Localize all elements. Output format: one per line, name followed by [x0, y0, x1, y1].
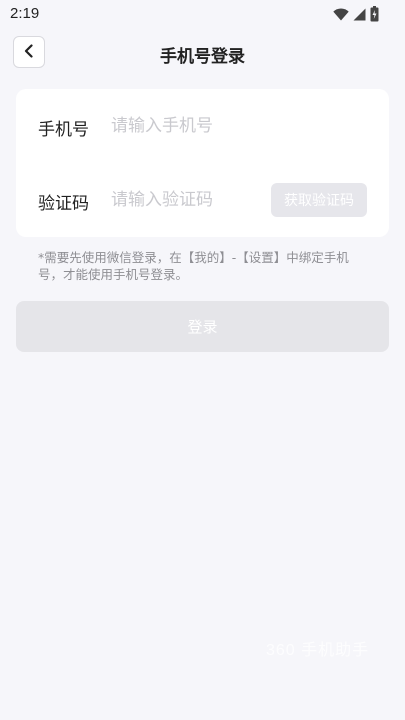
wifi-icon [333, 7, 349, 21]
phone-input[interactable] [111, 111, 261, 141]
verification-code-input[interactable] [111, 185, 261, 215]
code-label: 验证码 [38, 194, 89, 214]
watermark: 360 手机助手 [266, 642, 370, 659]
status-bar: 2:19 [0, 0, 405, 30]
status-icons [333, 6, 379, 22]
battery-icon [370, 6, 379, 22]
login-button[interactable]: 登录 [16, 301, 389, 352]
phone-label: 手机号 [38, 120, 89, 140]
get-code-button[interactable]: 获取验证码 [271, 183, 367, 217]
binding-notice: *需要先使用微信登录，在【我的】-【设置】中绑定手机号，才能使用手机号登录。 [38, 250, 349, 282]
login-form-card: 手机号 验证码 获取验证码 [16, 89, 389, 237]
phone-row: 手机号 [16, 97, 389, 157]
code-row: 验证码 获取验证码 [16, 171, 389, 231]
status-time: 2:19 [10, 5, 40, 22]
signal-icon [353, 8, 366, 21]
header: 手机号登录 [0, 36, 405, 72]
page-title: 手机号登录 [160, 47, 245, 67]
